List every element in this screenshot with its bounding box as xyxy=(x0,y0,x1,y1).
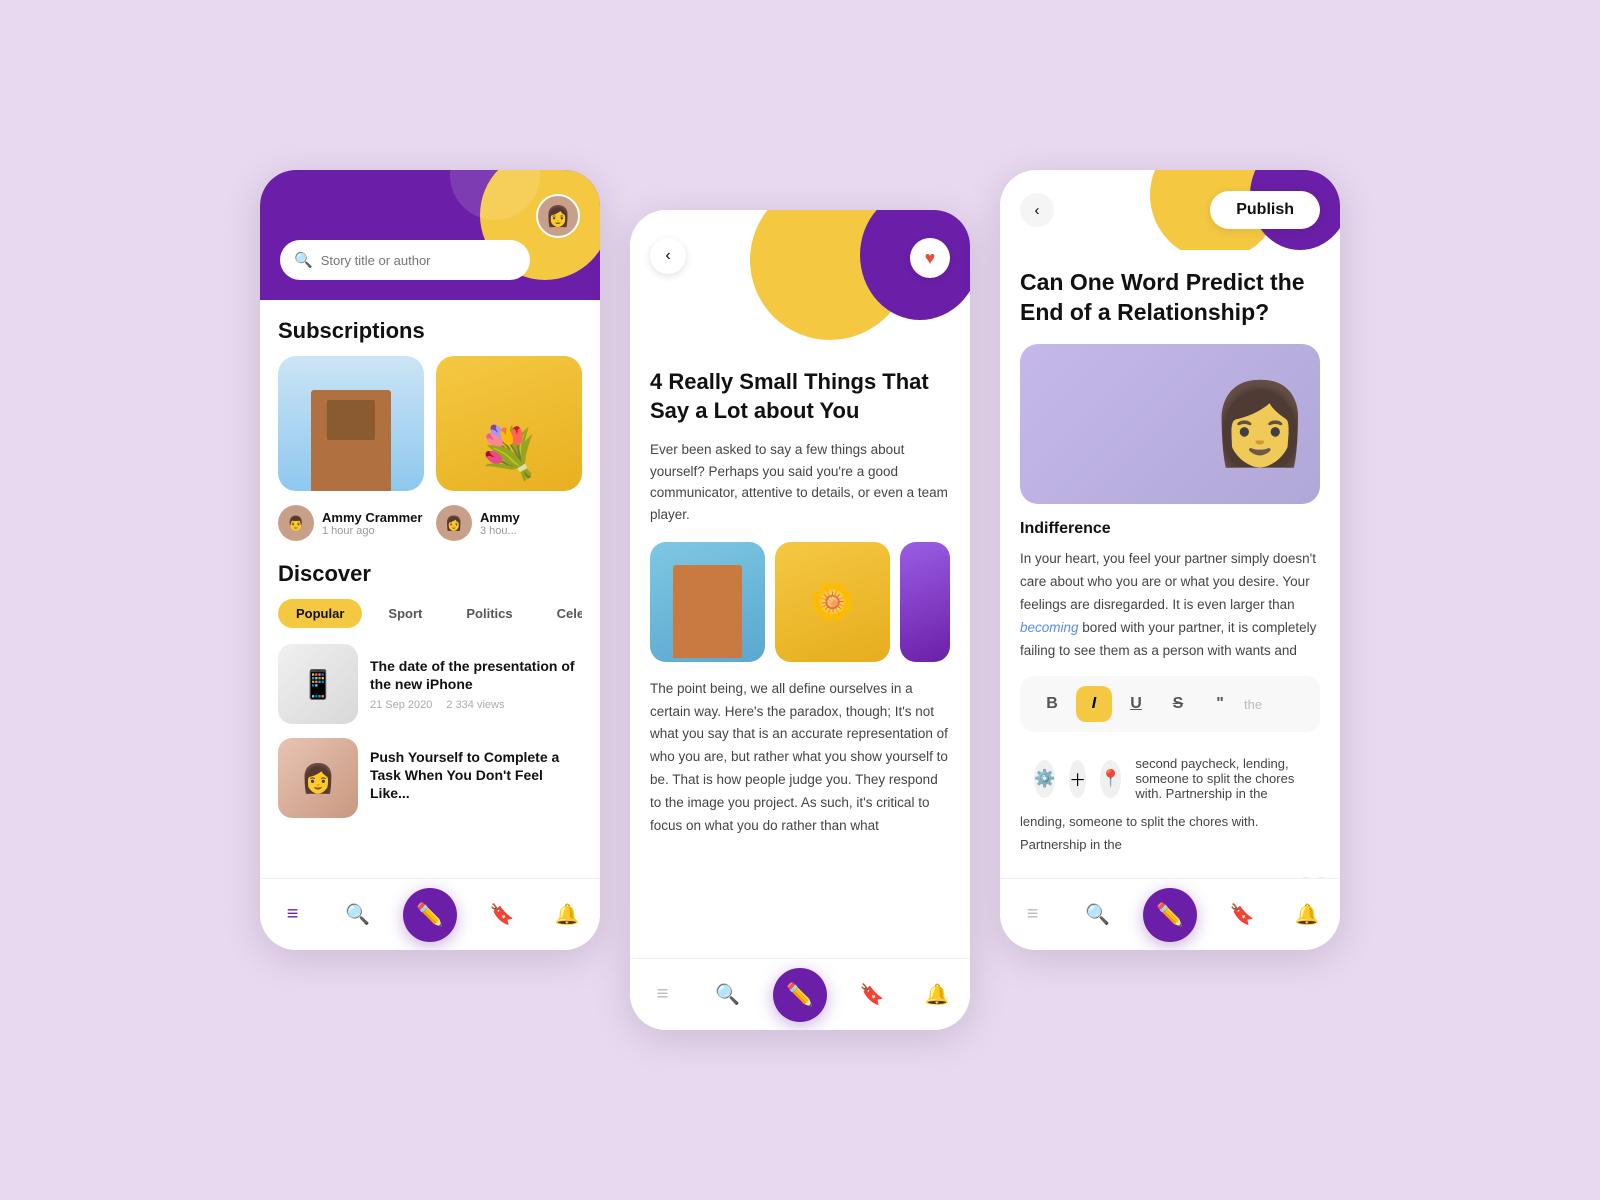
nav-search-3[interactable]: 🔍 xyxy=(1078,895,1118,935)
bottom-nav-1: ≡ 🔍 ✏️ 🔖 🔔 xyxy=(260,878,600,950)
p2-image-building xyxy=(650,542,765,662)
add-icon[interactable]: ＋ xyxy=(1069,760,1086,798)
iphone-image: 📱 xyxy=(278,644,358,724)
p2-images-row: 🌼 xyxy=(650,542,950,662)
article-info-2: Push Yourself to Complete a Task When Yo… xyxy=(370,748,582,809)
p3-article-title: Can One Word Predict the End of a Relati… xyxy=(1020,268,1320,328)
strikethrough-button[interactable]: S xyxy=(1160,686,1196,722)
italic-button[interactable]: I xyxy=(1076,686,1112,722)
nav-home-2[interactable]: ≡ xyxy=(643,975,683,1015)
subscriptions-row: 💐 xyxy=(278,356,582,491)
tag-politics[interactable]: Politics xyxy=(448,599,530,628)
nav-search[interactable]: 🔍 xyxy=(338,895,378,935)
author-2: 👩 Ammy 3 hou... xyxy=(436,505,582,541)
phones-container: 👩 🔍 Subscriptions 💐 xyxy=(260,170,1340,1030)
phone-2: ‹ ♥ 4 Really Small Things That Say a Lot… xyxy=(630,210,970,1030)
p2-image-flowers: 🌼 xyxy=(775,542,890,662)
author-info-1: Ammy Crammer 1 hour ago xyxy=(322,510,422,537)
nav-write-3[interactable]: ✏️ xyxy=(1143,888,1197,942)
nav-bookmark-3[interactable]: 🔖 xyxy=(1222,895,1262,935)
authors-row: 👨 Ammy Crammer 1 hour ago 👩 Ammy 3 hou..… xyxy=(278,505,582,541)
article-date-1: 21 Sep 2020 xyxy=(370,699,432,711)
tag-sport[interactable]: Sport xyxy=(370,599,440,628)
nav-bell[interactable]: 🔔 xyxy=(547,895,587,935)
article-views-1: 2 334 views xyxy=(446,699,504,711)
phone1-body: Subscriptions 💐 👨 xyxy=(260,300,600,832)
quote-button[interactable]: " xyxy=(1202,686,1238,722)
discover-tags: Popular Sport Politics Celebrities xyxy=(278,599,582,628)
article-card-2[interactable]: 👩 Push Yourself to Complete a Task When … xyxy=(278,738,582,818)
settings-icon[interactable]: ⚙️ xyxy=(1034,760,1055,798)
author-time-1: 1 hour ago xyxy=(322,525,422,537)
toolbar-text-partial: the xyxy=(1244,697,1306,712)
author-avatar-2: 👩 xyxy=(436,505,472,541)
p2-heart-button[interactable]: ♥ xyxy=(910,238,950,278)
nav-bookmark-2[interactable]: 🔖 xyxy=(852,975,892,1015)
phone-3: ‹ Publish Can One Word Predict the End o… xyxy=(1000,170,1340,950)
article-thumb-2: 👩 xyxy=(278,738,358,818)
phone2-body: 4 Really Small Things That Say a Lot abo… xyxy=(630,350,970,918)
avatar[interactable]: 👩 xyxy=(536,194,580,238)
nav-write[interactable]: ✏️ xyxy=(403,888,457,942)
author-1: 👨 Ammy Crammer 1 hour ago xyxy=(278,505,424,541)
phone3-header: ‹ Publish xyxy=(1000,170,1340,250)
article-card-1[interactable]: 📱 The date of the presentation of the ne… xyxy=(278,644,582,724)
phone2-header: ‹ ♥ xyxy=(630,210,970,350)
search-icon: 🔍 xyxy=(294,251,313,269)
location-icon[interactable]: 📍 xyxy=(1100,760,1121,798)
p2-image-purple xyxy=(900,542,950,662)
nav-bell-3[interactable]: 🔔 xyxy=(1287,895,1327,935)
p2-article-excerpt: Ever been asked to say a few things abou… xyxy=(650,439,950,525)
article-thumb-1: 📱 xyxy=(278,644,358,724)
p3-section-header: Indifference xyxy=(1020,520,1320,538)
phone3-body: Can One Word Predict the End of a Relati… xyxy=(1000,250,1340,936)
text-toolbar: B I U S " the xyxy=(1020,676,1320,732)
underline-button[interactable]: U xyxy=(1118,686,1154,722)
bold-button[interactable]: B xyxy=(1034,686,1070,722)
sub-card-yellow[interactable]: 💐 xyxy=(436,356,582,491)
author-name-2: Ammy xyxy=(480,510,520,525)
p3-back-button[interactable]: ‹ xyxy=(1020,193,1054,227)
nav-search-2[interactable]: 🔍 xyxy=(708,975,748,1015)
article-meta-1: 21 Sep 2020 2 334 views xyxy=(370,699,582,711)
subscriptions-title: Subscriptions xyxy=(278,318,582,344)
author-time-2: 3 hou... xyxy=(480,525,520,537)
p2-article-body: The point being, we all define ourselves… xyxy=(650,678,950,839)
nav-home[interactable]: ≡ xyxy=(273,895,313,935)
discover-section: Discover Popular Sport Politics Celebrit… xyxy=(278,561,582,818)
sub-card-blue[interactable] xyxy=(278,356,424,491)
hero-figure-icon: 👩 xyxy=(1210,377,1310,471)
highlighted-word: becoming xyxy=(1020,620,1079,635)
bottom-nav-2: ≡ 🔍 ✏️ 🔖 🔔 xyxy=(630,958,970,1030)
publish-button[interactable]: Publish xyxy=(1210,191,1320,229)
nav-bookmark[interactable]: 🔖 xyxy=(482,895,522,935)
nav-write-2[interactable]: ✏️ xyxy=(773,968,827,1022)
author-avatar-1: 👨 xyxy=(278,505,314,541)
nav-bell-2[interactable]: 🔔 xyxy=(917,975,957,1015)
action-bar: ⚙️ ＋ 📍 second paycheck, lending, someone… xyxy=(1020,746,1320,811)
article-info-1: The date of the presentation of the new … xyxy=(370,657,582,711)
phone-1: 👩 🔍 Subscriptions 💐 xyxy=(260,170,600,950)
phone1-header: 👩 🔍 xyxy=(260,170,600,300)
woman-image: 👩 xyxy=(278,738,358,818)
tag-celebrities[interactable]: Celebrities xyxy=(539,599,582,628)
action-bar-text: second paycheck, lending, someone to spl… xyxy=(1135,756,1306,801)
building-visual xyxy=(278,356,424,491)
search-input[interactable] xyxy=(321,253,516,268)
p3-body-text-continuation: lending, someone to split the chores wit… xyxy=(1020,811,1320,855)
article-title-1: The date of the presentation of the new … xyxy=(370,657,582,693)
author-info-2: Ammy 3 hou... xyxy=(480,510,520,537)
bottom-nav-3: ≡ 🔍 ✏️ 🔖 🔔 xyxy=(1000,878,1340,950)
tag-popular[interactable]: Popular xyxy=(278,599,362,628)
p3-hero-image: 👩 xyxy=(1020,344,1320,504)
search-bar[interactable]: 🔍 xyxy=(280,240,530,280)
article-title-2: Push Yourself to Complete a Task When Yo… xyxy=(370,748,582,803)
p2-article-title: 4 Really Small Things That Say a Lot abo… xyxy=(650,368,950,425)
p3-article-body: In your heart, you feel your partner sim… xyxy=(1020,548,1320,663)
p2-back-button[interactable]: ‹ xyxy=(650,238,686,274)
nav-home-3[interactable]: ≡ xyxy=(1013,895,1053,935)
author-name-1: Ammy Crammer xyxy=(322,510,422,525)
discover-title: Discover xyxy=(278,561,582,587)
flower-icon: 💐 xyxy=(478,424,540,483)
